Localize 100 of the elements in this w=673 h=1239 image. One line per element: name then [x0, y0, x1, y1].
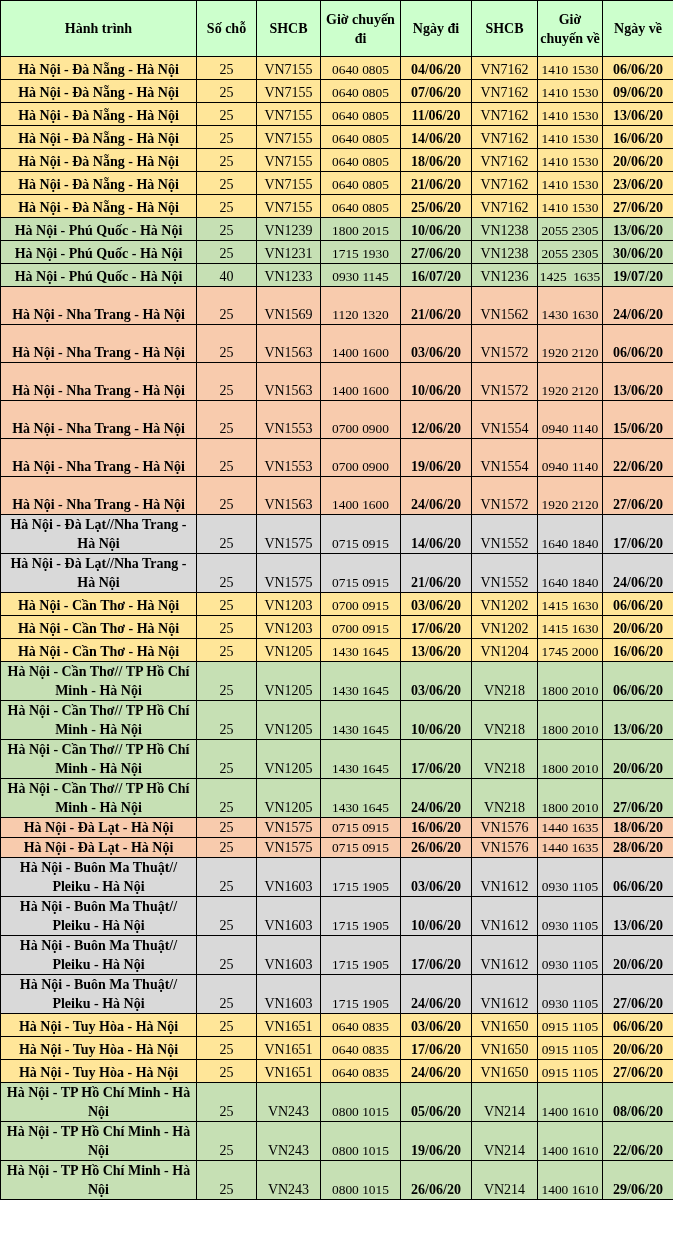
table-cell: VN1204: [480, 644, 529, 659]
table-cell: 03/06/20: [411, 879, 461, 894]
table-cell: 0930 1145: [332, 269, 389, 284]
table-cell: 25: [219, 177, 234, 192]
table-cell: 25: [219, 383, 234, 398]
table-cell: Hà Nội - Phú Quốc - Hà Nội: [14, 223, 183, 238]
table-cell: VN1572: [480, 497, 529, 512]
table-cell: 1440 1635: [541, 840, 599, 855]
table-cell: 25: [219, 1042, 234, 1057]
table-cell: 25: [219, 85, 234, 100]
table-cell: 25: [219, 108, 234, 123]
table-cell: VN1552: [480, 536, 529, 551]
table-cell: VN1603: [264, 957, 313, 972]
table-cell: 1400 1600: [332, 497, 389, 512]
table-cell: 0940 1140: [541, 421, 599, 436]
table-cell: VN1563: [264, 345, 313, 360]
table-cell: 1415 1630: [541, 621, 599, 636]
table-cell: 25: [219, 345, 234, 360]
table-cell: 06/06/20: [613, 879, 663, 894]
table-cell: 16/07/20: [411, 269, 461, 284]
table-cell: 0700 0915: [332, 621, 389, 636]
table-cell: 27/06/20: [613, 800, 663, 815]
table-cell: 24/06/20: [411, 1065, 461, 1080]
table-cell: 1430 1645: [332, 683, 389, 698]
table-cell: 1425 1635: [539, 269, 601, 284]
table-cell: VN1562: [480, 307, 529, 322]
table-cell: VN1205: [264, 722, 313, 737]
table-cell: 21/06/20: [411, 307, 461, 322]
table-cell: 15/06/20: [613, 421, 663, 436]
table-cell: 25: [219, 644, 234, 659]
table-cell: VN1651: [264, 1065, 313, 1080]
table-cell: 1400 1610: [541, 1143, 599, 1158]
table-cell: VN1554: [480, 421, 529, 436]
table-cell: 17/06/20: [411, 761, 461, 776]
table-cell: 1440 1635: [541, 820, 599, 835]
table-cell: 0700 0915: [332, 598, 389, 613]
table-cell: VN1205: [264, 644, 313, 659]
column-header: SHCB: [256, 0, 321, 57]
table-cell: 0700 0900: [332, 459, 389, 474]
table-cell: 1400 1610: [541, 1104, 599, 1119]
table-cell: 0640 0805: [332, 108, 389, 123]
table-cell: 14/06/20: [411, 131, 461, 146]
table-cell: Hà Nội - Đà Nẵng - Hà Nội: [18, 108, 179, 123]
table-cell: 26/06/20: [411, 1182, 461, 1197]
table-cell: VN1575: [264, 840, 313, 855]
table-cell: 06/06/20: [613, 62, 663, 77]
table-cell: VN1576: [480, 840, 529, 855]
table-cell: 20/06/20: [613, 761, 663, 776]
table-cell: Hà Nội - Nha Trang - Hà Nội: [12, 345, 185, 360]
table-cell: 40: [219, 269, 234, 284]
table-cell: 27/06/20: [613, 996, 663, 1011]
table-cell: 0800 1015: [332, 1143, 389, 1158]
table-cell: 1800 2010: [541, 761, 599, 776]
table-cell: 06/06/20: [613, 683, 663, 698]
table-cell: VN7162: [480, 177, 529, 192]
table-cell: 0915 1105: [541, 1065, 599, 1080]
table-cell: 0930 1105: [541, 879, 599, 894]
table-cell: VN7162: [480, 62, 529, 77]
table-cell: VN243: [267, 1143, 310, 1158]
table-cell: 0640 0805: [332, 200, 389, 215]
table-cell: 22/06/20: [613, 1143, 663, 1158]
table-cell: 1715 1905: [332, 957, 389, 972]
table-cell: 1410 1530: [541, 108, 599, 123]
table-cell: 04/06/20: [411, 62, 461, 77]
table-cell: VN1575: [264, 575, 313, 590]
table-cell: 1715 1930: [332, 246, 389, 261]
table-cell: VN7162: [480, 108, 529, 123]
table-cell: 10/06/20: [411, 722, 461, 737]
table-cell: VN218: [483, 683, 526, 698]
table-cell: VN1575: [264, 820, 313, 835]
table-cell: 1410 1530: [541, 177, 599, 192]
table-cell: 09/06/20: [613, 85, 663, 100]
table-cell: Hà Nội - Đà Lạt//Nha Trang - Hà Nội: [10, 517, 187, 551]
table-cell: Hà Nội - Nha Trang - Hà Nội: [12, 383, 185, 398]
table-cell: 1430 1645: [332, 644, 389, 659]
table-cell: 25: [219, 820, 234, 835]
table-cell: 1400 1600: [332, 383, 389, 398]
table-cell: 25/06/20: [411, 200, 461, 215]
table-cell: VN1650: [480, 1042, 529, 1057]
table-cell: VN1552: [480, 575, 529, 590]
table-cell: 25: [219, 421, 234, 436]
column-header: Ngày đi: [400, 0, 472, 57]
table-cell: VN243: [267, 1182, 310, 1197]
table-cell: Hà Nội - Cần Thơ - Hà Nội: [17, 644, 180, 659]
table-cell: VN1651: [264, 1019, 313, 1034]
table-cell: 1715 1905: [332, 879, 389, 894]
table-cell: Hà Nội - Nha Trang - Hà Nội: [12, 497, 185, 512]
table-cell: 0930 1105: [541, 996, 599, 1011]
table-cell: VN1572: [480, 383, 529, 398]
table-cell: 0640 0805: [332, 154, 389, 169]
table-cell: VN1603: [264, 918, 313, 933]
table-cell: 1640 1840: [541, 536, 599, 551]
table-cell: Hà Nội - TP Hồ Chí Minh - Hà Nội: [6, 1085, 191, 1119]
table-cell: VN1205: [264, 683, 313, 698]
table-cell: VN1238: [480, 246, 529, 261]
table-cell: 1410 1530: [541, 62, 599, 77]
table-cell: VN1203: [264, 598, 313, 613]
table-cell: 13/06/20: [613, 918, 663, 933]
table-cell: 16/06/20: [613, 644, 663, 659]
table-cell: 1410 1530: [541, 131, 599, 146]
